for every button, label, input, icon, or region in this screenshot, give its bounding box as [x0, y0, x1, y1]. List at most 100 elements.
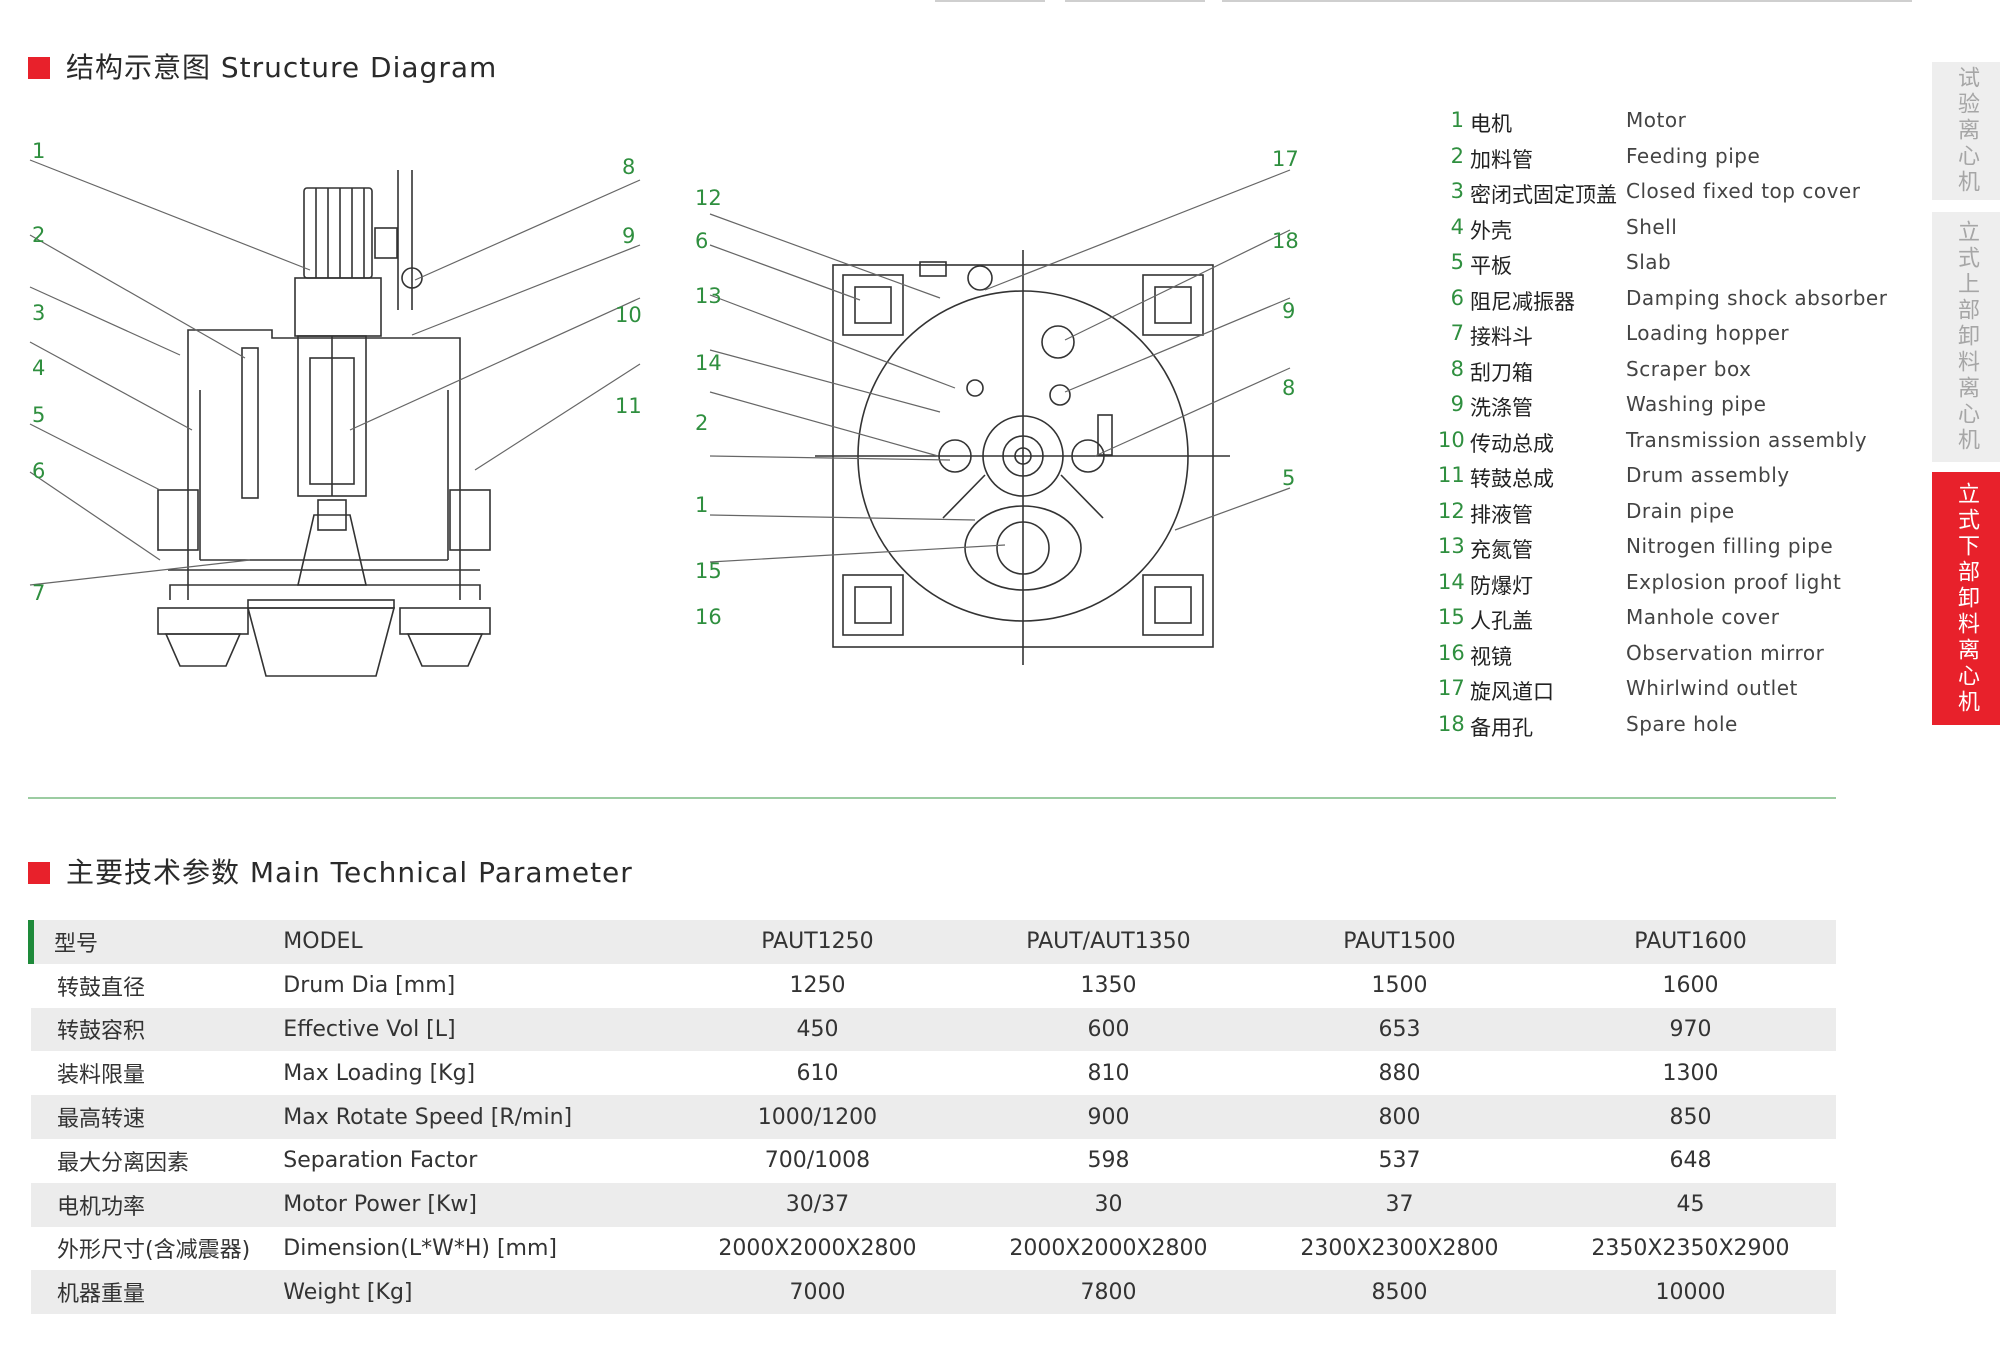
callout-12: 12	[695, 186, 722, 210]
table-row: 电机功率 Motor Power [Kw] 30/37 30 37 45	[31, 1182, 1836, 1227]
table-cell: 1300	[1662, 1060, 1719, 1086]
callout-8b: 8	[1282, 376, 1295, 400]
row-label-en: Separation Factor	[283, 1148, 478, 1174]
table-cell: 610	[796, 1060, 839, 1086]
legend-item: 9 洗涤管 Washing pipe	[1438, 392, 1898, 428]
callout-5: 5	[32, 403, 45, 427]
row-label-cn: 电机功率	[31, 1182, 284, 1227]
table-cell: 37	[1253, 1182, 1545, 1227]
top-rule-2	[1065, 0, 1205, 2]
table-cell: 7000	[671, 1270, 963, 1315]
row-label-en: Effective Vol [L]	[283, 1007, 672, 1052]
legend-cn: 加料管	[1470, 147, 1533, 172]
leader-lines	[29, 159, 1291, 586]
tab-label: 立式下部卸料离心机	[1954, 481, 1979, 716]
table-cell: 700/1008	[764, 1148, 871, 1174]
table-cell: 810	[1087, 1060, 1130, 1086]
header-en: MODEL	[283, 920, 672, 964]
callout-10: 10	[615, 303, 642, 327]
table-cell: 600	[962, 1007, 1254, 1052]
legend-cn: 传动总成	[1470, 431, 1554, 456]
legend-item: 8 刮刀箱 Scraper box	[1438, 357, 1898, 393]
table-row: 最大分离因素 Separation Factor 700/1008 598 53…	[31, 1139, 1836, 1183]
legend-number: 16	[1438, 640, 1465, 665]
table-row: 最高转速 Max Rotate Speed [R/min] 1000/1200 …	[31, 1095, 1836, 1139]
structure-section-title: 结构示意图 Structure Diagram	[28, 46, 497, 86]
table-cell: 8500	[1253, 1270, 1545, 1315]
top-rule-1	[935, 0, 1045, 2]
parameter-table: 型号 MODEL PAUT1250 PAUT/AUT1350 PAUT1500 …	[27, 920, 1836, 1315]
legend-en: Shell	[1626, 214, 1678, 239]
legend-item: 18 备用孔 Spare hole	[1438, 712, 1898, 748]
table-cell: 30/37	[671, 1182, 963, 1227]
legend-en: Observation mirror	[1626, 640, 1825, 665]
callout-15: 15	[695, 559, 722, 583]
callout-5b: 5	[1282, 466, 1295, 490]
legend-en: Drain pipe	[1626, 498, 1735, 523]
callout-4: 4	[32, 356, 45, 380]
legend-cn: 充氮管	[1470, 538, 1533, 562]
legend-item: 3 密闭式固定顶盖 Closed fixed top cover	[1438, 179, 1898, 215]
structure-title-text: 结构示意图 Structure Diagram	[66, 51, 498, 84]
tab-label: 立式上部卸料离心机	[1954, 220, 1979, 454]
tab-bottom-discharge-centrifuge[interactable]: 立式下部卸料离心机	[1932, 472, 2000, 725]
section-divider	[28, 797, 1836, 799]
header-model: PAUT1500	[1253, 920, 1545, 964]
legend-en: Washing pipe	[1626, 392, 1767, 416]
legend-item: 6 阻尼减振器 Damping shock absorber	[1438, 286, 1898, 322]
tab-top-discharge-centrifuge[interactable]: 立式上部卸料离心机	[1932, 212, 2000, 462]
legend-cn: 刮刀箱	[1470, 360, 1533, 385]
table-row: 外形尺寸(含减震器) Dimension(L*W*H) [mm] 2000X20…	[31, 1227, 1836, 1271]
callout-1b: 1	[695, 493, 708, 517]
callout-6b: 6	[695, 229, 708, 253]
legend-item: 12 排液管 Drain pipe	[1438, 499, 1898, 535]
table-row: 转鼓直径 Drum Dia [mm] 1250 1350 1500 1600	[31, 964, 1836, 1008]
legend-number: 11	[1438, 463, 1465, 487]
callout-7: 7	[32, 581, 45, 605]
table-cell: 2000X2000X2800	[718, 1235, 917, 1261]
legend-item: 2 加料管 Feeding pipe	[1438, 144, 1898, 180]
legend-item: 10 传动总成 Transmission assembly	[1438, 428, 1898, 464]
table-cell: 450	[671, 1007, 963, 1052]
legend-number: 6	[1450, 285, 1464, 310]
callout-8: 8	[622, 155, 635, 179]
legend-cn: 密闭式固定顶盖	[1470, 183, 1617, 207]
legend-en: Loading hopper	[1626, 321, 1790, 345]
legend-number: 15	[1438, 605, 1465, 629]
table-cell: 648	[1669, 1148, 1712, 1174]
row-label-en: Max Rotate Speed [R/min]	[283, 1095, 672, 1139]
legend-en: Manhole cover	[1626, 605, 1780, 629]
legend-number: 12	[1438, 498, 1465, 523]
table-cell: 10000	[1544, 1270, 1836, 1315]
tab-test-centrifuge[interactable]: 试验离心机	[1932, 62, 2000, 200]
table-row: 装料限量 Max Loading [Kg] 610 810 880 1300	[31, 1051, 1836, 1095]
table-cell: 1350	[1080, 973, 1137, 999]
legend-item: 14 防爆灯 Explosion proof light	[1438, 570, 1898, 606]
params-section-title: 主要技术参数 Main Technical Parameter	[28, 851, 633, 891]
legend-en: Damping shock absorber	[1626, 285, 1888, 310]
table-cell: 880	[1378, 1060, 1421, 1086]
legend-number: 4	[1450, 214, 1464, 239]
legend-item: 16 视镜 Observation mirror	[1438, 641, 1898, 677]
legend-cn: 洗涤管	[1470, 396, 1533, 420]
legend-en: Nitrogen filling pipe	[1626, 534, 1834, 558]
header-model: PAUT1250	[671, 920, 963, 964]
table-cell: 800	[1253, 1095, 1545, 1139]
legend-item: 7 接料斗 Loading hopper	[1438, 321, 1898, 357]
callout-13: 13	[695, 284, 722, 308]
row-label-cn: 装料限量	[57, 1063, 146, 1089]
legend-item: 13 充氮管 Nitrogen filling pipe	[1438, 534, 1898, 570]
legend-number: 5	[1450, 250, 1464, 274]
legend-item: 5 平板 Slab	[1438, 250, 1898, 286]
table-cell: 2000X2000X2800	[1009, 1235, 1208, 1261]
legend-number: 3	[1450, 179, 1464, 203]
table-cell: 653	[1253, 1007, 1545, 1052]
row-label-en: Weight [Kg]	[283, 1270, 672, 1315]
side-view-drawing	[157, 170, 491, 677]
legend-number: 8	[1450, 356, 1464, 381]
red-square-icon	[28, 862, 50, 884]
table-row: 转鼓容积 Effective Vol [L] 450 600 653 970	[31, 1007, 1836, 1052]
row-label-en: Drum Dia [mm]	[283, 973, 456, 999]
legend-cn: 防爆灯	[1470, 573, 1533, 598]
table-row: 机器重量 Weight [Kg] 7000 7800 8500 10000	[31, 1270, 1836, 1315]
